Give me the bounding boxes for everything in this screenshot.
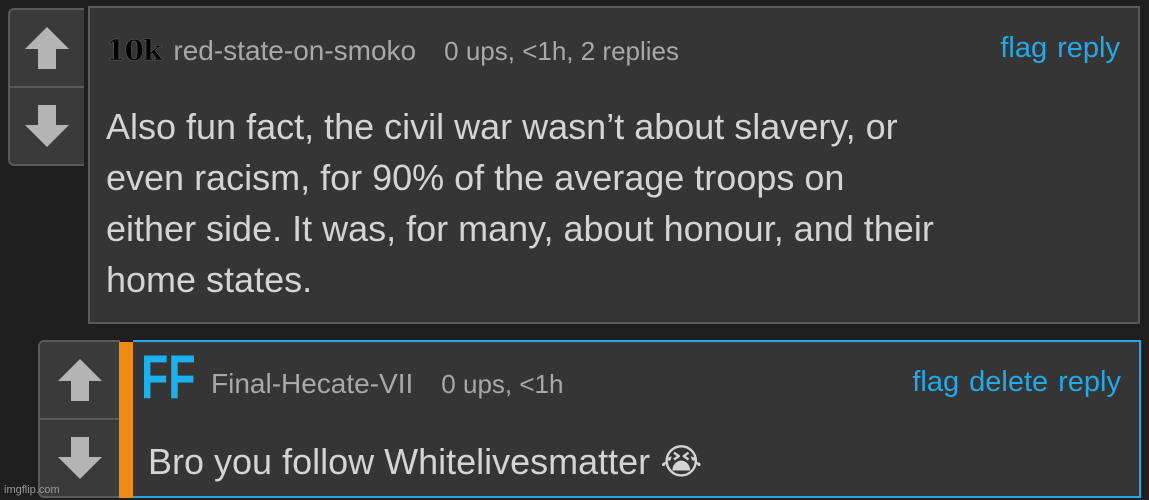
- downvote-button[interactable]: [10, 88, 84, 164]
- delete-link[interactable]: delete: [969, 366, 1048, 399]
- username-link[interactable]: Final-Hecate-VII: [211, 368, 413, 400]
- username-link[interactable]: red-state-on-smoko: [173, 35, 416, 67]
- ff-badge-text: FF: [141, 343, 196, 412]
- ff-badge: FF: [141, 343, 217, 412]
- comment-stats: 0 ups, <1h: [441, 369, 564, 399]
- crying-face-emoji: 😭: [660, 442, 703, 483]
- comment-stats: 0 ups, <1h, 2 replies: [444, 36, 680, 66]
- comment2-vote-column: [38, 340, 120, 498]
- own-comment-accent-bar: [119, 342, 133, 498]
- comment-1: 10k red-state-on-smoko 0 ups, <1h, 2 rep…: [88, 6, 1140, 324]
- reply-link[interactable]: reply: [1057, 32, 1120, 65]
- comment1-vote-column: [8, 8, 84, 166]
- comment1-meta: 10k red-state-on-smoko 0 ups, <1h, 2 rep…: [106, 34, 680, 68]
- upvote-button[interactable]: [10, 10, 84, 86]
- reply-link[interactable]: reply: [1058, 366, 1121, 399]
- body-line: home states.: [106, 259, 313, 300]
- flag-link[interactable]: flag: [912, 366, 959, 399]
- arrow-up-icon: [25, 27, 69, 69]
- comment2-body: Bro you follow Whitelivesmatter 😭: [148, 436, 702, 488]
- upvote-button[interactable]: [40, 342, 120, 418]
- body-line: Also fun fact, the civil war wasn’t abou…: [106, 106, 898, 147]
- comment1-actions: flag reply: [1000, 32, 1120, 65]
- body-line: either side. It was, for many, about hon…: [106, 208, 934, 249]
- arrow-down-icon: [25, 105, 69, 147]
- comment-2: FF Final-Hecate-VII 0 ups, <1h flag dele…: [133, 340, 1141, 498]
- arrow-up-icon: [58, 359, 102, 401]
- comment2-meta: Final-Hecate-VII 0 ups, <1h: [211, 368, 563, 400]
- flag-link[interactable]: flag: [1000, 32, 1047, 65]
- comment2-actions: flag delete reply: [912, 366, 1121, 399]
- arrow-down-icon: [58, 437, 102, 479]
- body-line: even racism, for 90% of the average troo…: [106, 157, 845, 198]
- comment1-body: Also fun fact, the civil war wasn’t abou…: [106, 101, 934, 305]
- watermark: imgflip.com: [4, 484, 60, 496]
- comment2-body-text: Bro you follow Whitelivesmatter: [148, 441, 651, 482]
- rank-badge: 10k: [106, 34, 163, 68]
